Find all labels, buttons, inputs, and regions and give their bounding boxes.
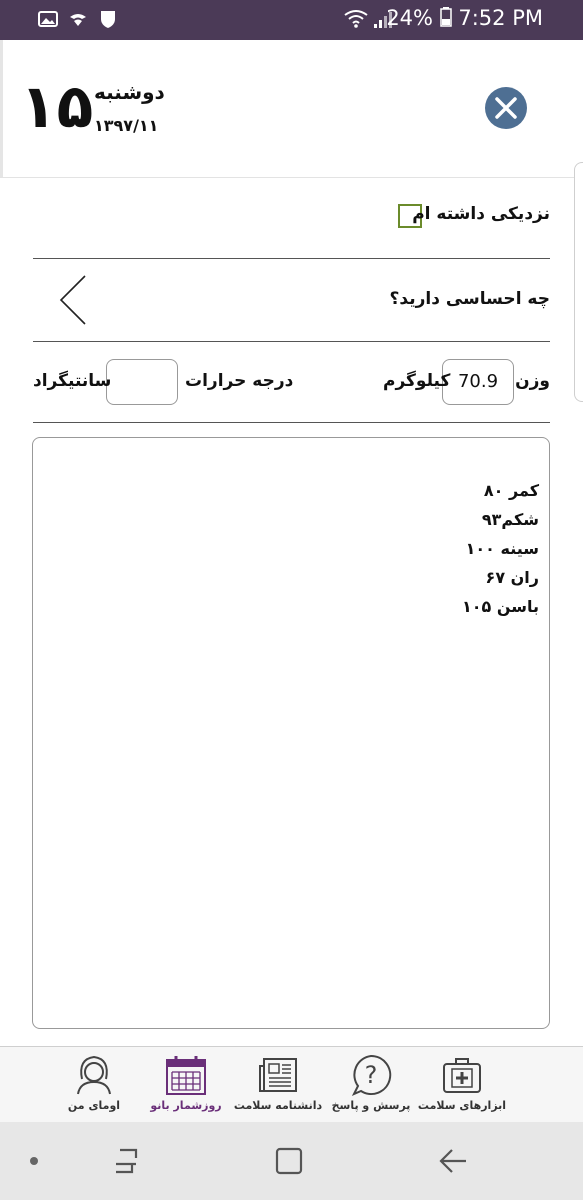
temperature-input[interactable] <box>106 359 178 405</box>
weight-unit-label: کیلوگرم <box>383 371 451 391</box>
image-icon <box>38 11 58 27</box>
day-number: ۱۵ <box>20 72 94 142</box>
notes-textarea[interactable]: کمر ۸۰ شکم۹۳ سینه ۱۰۰ ران ۶۷ باسن ۱۰۵ <box>32 437 550 1029</box>
feeling-label: چه احساسی دارید؟ <box>389 289 550 309</box>
nav-label: اومای من <box>67 1099 121 1112</box>
wifi-icon <box>344 10 368 28</box>
divider <box>33 422 550 423</box>
back-icon[interactable] <box>438 1146 468 1176</box>
nav-health-tools[interactable]: ابزارهای سلامت <box>412 1047 512 1123</box>
month-year-label: ۱۳۹۷/۱۱ <box>94 116 159 135</box>
status-bar: 24% 7:52 PM <box>0 0 583 40</box>
notes-content: کمر ۸۰ شکم۹۳ سینه ۱۰۰ ران ۶۷ باسن ۱۰۵ <box>462 476 539 621</box>
clock: 7:52 PM <box>458 6 543 30</box>
weight-input[interactable]: 70.9 <box>442 359 514 405</box>
weekday-label: دوشنبه <box>94 80 165 104</box>
nav-profile[interactable]: اومای من <box>44 1047 144 1123</box>
recents-icon[interactable] <box>112 1146 140 1176</box>
system-navigation-bar <box>0 1122 583 1200</box>
profile-icon <box>77 1055 111 1095</box>
cast-icon <box>70 14 86 26</box>
battery-icon <box>439 7 452 27</box>
chevron-left-icon[interactable] <box>58 274 88 326</box>
date-header: ۱۵ دوشنبه ۱۳۹۷/۱۱ <box>0 40 583 178</box>
nav-encyclopedia[interactable]: دانشنامه سلامت <box>228 1047 328 1123</box>
divider <box>33 258 550 259</box>
close-button[interactable] <box>485 87 527 129</box>
newspaper-icon <box>259 1058 297 1092</box>
bottom-navigation: ابزارهای سلامت ? پرسش و پاسخ دانشنامه سل… <box>0 1046 583 1123</box>
note-line: ران ۶۷ <box>485 568 539 587</box>
battery-percent: 24% <box>386 6 433 30</box>
shield-icon <box>101 11 115 28</box>
note-line: کمر ۸۰ <box>483 481 539 500</box>
close-icon <box>495 97 517 119</box>
side-drawer-handle[interactable] <box>574 162 583 402</box>
question-bubble-icon: ? <box>351 1054 392 1096</box>
note-line: شکم۹۳ <box>481 510 539 529</box>
temperature-label: درجه حرارات <box>185 371 294 391</box>
dot-icon[interactable] <box>28 1155 40 1167</box>
intimacy-label: نزدیکی داشته ام <box>412 204 550 224</box>
nav-label: دانشنامه سلامت <box>233 1099 323 1112</box>
temperature-unit-label: سانتیگراد <box>33 371 112 391</box>
nav-label: روزشمار بانو <box>150 1099 222 1112</box>
home-icon[interactable] <box>274 1146 304 1176</box>
weight-label: وزن <box>515 371 550 391</box>
nav-qa[interactable]: ? پرسش و پاسخ <box>321 1047 421 1123</box>
status-readout: 24% 7:52 PM <box>386 6 543 30</box>
nav-calendar[interactable]: روزشمار بانو <box>136 1047 236 1123</box>
page-edge <box>0 40 3 177</box>
nav-label: پرسش و پاسخ <box>331 1099 411 1112</box>
medical-kit-icon <box>443 1058 481 1093</box>
divider <box>33 341 550 342</box>
note-line: سینه ۱۰۰ <box>465 539 539 558</box>
calendar-icon <box>166 1056 206 1095</box>
note-line: باسن ۱۰۵ <box>461 597 539 616</box>
nav-label: ابزارهای سلامت <box>417 1099 507 1112</box>
svg-text:?: ? <box>365 1061 378 1089</box>
